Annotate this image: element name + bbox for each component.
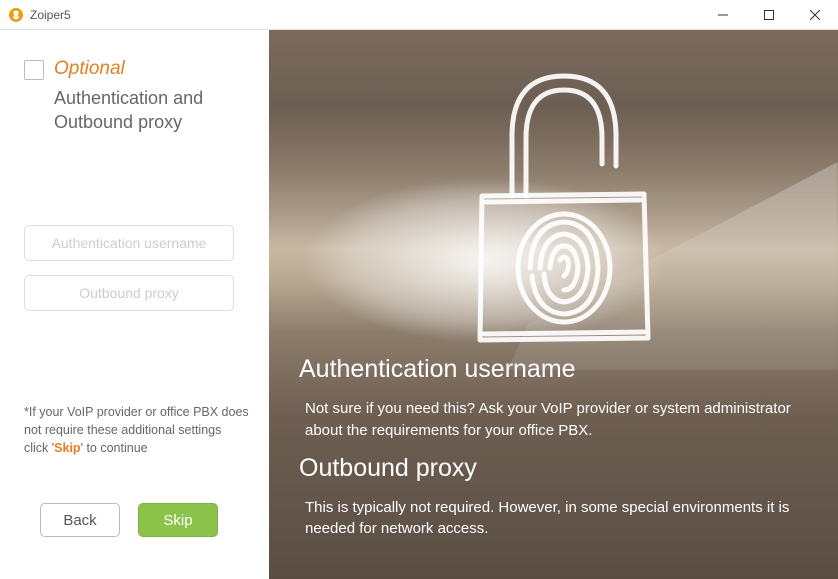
- back-button[interactable]: Back: [40, 503, 120, 537]
- skip-button[interactable]: Skip: [138, 503, 218, 537]
- proxy-description: This is typically not required. However,…: [299, 497, 814, 541]
- auth-heading: Authentication username: [299, 355, 814, 384]
- section-subtitle: Authentication and Outbound proxy: [54, 86, 249, 135]
- outbound-proxy-input[interactable]: [24, 275, 234, 311]
- hint-post: ' to continue: [81, 441, 148, 455]
- proxy-heading: Outbound proxy: [299, 454, 814, 483]
- left-panel: Optional Authentication and Outbound pro…: [0, 30, 269, 579]
- optional-label: Optional: [54, 58, 125, 80]
- hint-skip-word: Skip: [54, 441, 80, 455]
- minimize-button[interactable]: [700, 0, 746, 30]
- close-button[interactable]: [792, 0, 838, 30]
- auth-description: Not sure if you need this? Ask your VoIP…: [299, 398, 814, 442]
- optional-checkbox[interactable]: [24, 60, 44, 80]
- hint-text: *If your VoIP provider or office PBX doe…: [24, 403, 249, 457]
- titlebar: Zoiper5: [0, 0, 838, 30]
- window-title: Zoiper5: [30, 8, 71, 22]
- lock-fingerprint-icon: [444, 46, 664, 351]
- maximize-button[interactable]: [746, 0, 792, 30]
- app-icon: [8, 7, 24, 23]
- right-panel: Authentication username Not sure if you …: [269, 30, 838, 579]
- auth-username-input[interactable]: [24, 225, 234, 261]
